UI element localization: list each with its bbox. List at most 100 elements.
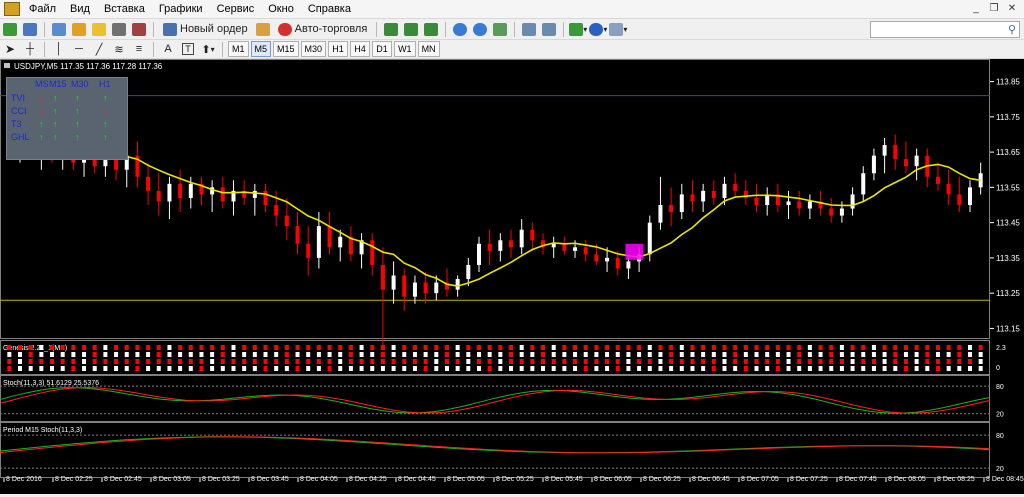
- timeframe-d1[interactable]: D1: [372, 41, 393, 57]
- candle-body: [839, 208, 844, 216]
- chart-canvas[interactable]: USDJPY,M5 117.35 117.36 117.28 117.36 113…: [0, 59, 1024, 494]
- menu-item-4[interactable]: Сервис: [210, 0, 262, 19]
- genesis-cell: [476, 359, 481, 364]
- genesis-cell: [701, 345, 706, 350]
- minimize-icon[interactable]: _: [970, 3, 982, 15]
- standard-toolbar: Новый ордер Авто-торговля ▾ ▾ ▾ ⚲: [0, 19, 1024, 40]
- line-chart-button[interactable]: [422, 21, 440, 38]
- candlestick-button[interactable]: [402, 21, 420, 38]
- timeframe-m1[interactable]: M1: [228, 41, 249, 57]
- genesis-cell: [402, 352, 407, 357]
- genesis-cell: [60, 352, 65, 357]
- genesis-cell: [487, 345, 492, 350]
- tile-windows-icon: [493, 22, 508, 36]
- new-order-label: Новый ордер: [180, 23, 248, 35]
- market-watch-button[interactable]: [50, 21, 68, 38]
- autoscroll-button[interactable]: [540, 21, 558, 38]
- genesis-cell: [327, 366, 332, 371]
- timeframe-h4[interactable]: H4: [350, 41, 371, 57]
- arrow-up-icon: ↑: [103, 119, 108, 129]
- genesis-cell: [733, 359, 738, 364]
- genesis-cell: [775, 345, 780, 350]
- timeframe-m15[interactable]: M15: [273, 41, 299, 57]
- profiles-button[interactable]: [21, 21, 39, 38]
- candle-body: [156, 190, 161, 202]
- genesis-cell: [786, 359, 791, 364]
- genesis-cell: [850, 366, 855, 371]
- fibonacci-button[interactable]: ≡: [130, 41, 148, 58]
- genesis-cell: [124, 345, 129, 350]
- genesis-cell: [690, 359, 695, 364]
- clock-icon: [589, 22, 604, 36]
- chart-window[interactable]: USDJPY,M5 117.35 117.36 117.28 117.36 113…: [0, 59, 1024, 483]
- genesis-cell: [82, 366, 87, 371]
- timeframe-m5[interactable]: M5: [250, 41, 272, 57]
- menu-item-3[interactable]: Графики: [152, 0, 210, 19]
- close-icon[interactable]: ✕: [1006, 3, 1018, 15]
- menu-item-5[interactable]: Окно: [261, 0, 301, 19]
- genesis-cell: [348, 345, 353, 350]
- genesis-cell: [18, 359, 23, 364]
- periods-button[interactable]: ▾: [589, 21, 607, 38]
- genesis-cell: [306, 352, 311, 357]
- genesis-cell: [348, 359, 353, 364]
- arrows-button[interactable]: ⬆ ▾: [199, 41, 217, 58]
- templates-button[interactable]: ▾: [609, 21, 627, 38]
- search-input[interactable]: ⚲: [870, 20, 1020, 38]
- genesis-cell: [626, 359, 631, 364]
- restore-icon[interactable]: ❐: [988, 3, 1000, 15]
- genesis-cell: [498, 366, 503, 371]
- timeframe-m30[interactable]: M30: [300, 41, 327, 57]
- toolbar-separator: [563, 21, 565, 37]
- timeframe-mn[interactable]: MN: [417, 41, 440, 57]
- vertical-line-button[interactable]: │: [50, 41, 68, 58]
- trendline-button[interactable]: ╱: [90, 41, 108, 58]
- bar-chart-button[interactable]: [382, 21, 400, 38]
- genesis-cell: [178, 366, 183, 371]
- horizontal-line-button[interactable]: ─: [70, 41, 88, 58]
- genesis-cell: [284, 366, 289, 371]
- tester-button[interactable]: [130, 21, 148, 38]
- arrow-up-icon: ↑: [53, 132, 58, 142]
- timeframe-h1[interactable]: H1: [328, 41, 349, 57]
- stoch-m15-scale-20: 20: [996, 466, 1004, 473]
- menu-item-1[interactable]: Вид: [63, 0, 97, 19]
- new-order-button[interactable]: Новый ордер: [159, 21, 252, 38]
- candle-body: [946, 183, 951, 195]
- genesis-cell: [562, 345, 567, 350]
- candle-body: [423, 282, 428, 294]
- crosshair-button[interactable]: ┼: [21, 41, 39, 58]
- genesis-cell: [978, 359, 983, 364]
- menu-item-6[interactable]: Справка: [301, 0, 358, 19]
- chart-shift-button[interactable]: [520, 21, 538, 38]
- genesis-cell: [124, 352, 129, 357]
- candle-body: [391, 275, 396, 290]
- data-window-button[interactable]: [70, 21, 88, 38]
- channel-button[interactable]: ≋: [110, 41, 128, 58]
- menu-item-2[interactable]: Вставка: [97, 0, 152, 19]
- trendline-icon: ╱: [95, 43, 103, 56]
- navigator-button[interactable]: [90, 21, 108, 38]
- genesis-cell: [925, 359, 930, 364]
- auto-trading-label: Авто-торговля: [294, 23, 368, 35]
- text-label-button[interactable]: T: [179, 41, 197, 58]
- genesis-cell: [338, 359, 343, 364]
- genesis-cell: [711, 345, 716, 350]
- genesis-cell: [231, 366, 236, 371]
- timeframe-w1[interactable]: W1: [394, 41, 416, 57]
- genesis-cell: [263, 359, 268, 364]
- menu-item-0[interactable]: Файл: [22, 0, 63, 19]
- zoom-out-button[interactable]: [471, 21, 489, 38]
- auto-trading-button[interactable]: Авто-торговля: [274, 21, 372, 38]
- tile-windows-button[interactable]: [491, 21, 509, 38]
- metaeditor-button[interactable]: [254, 21, 272, 38]
- candle-body: [498, 240, 503, 251]
- zoom-in-button[interactable]: [451, 21, 469, 38]
- text-button[interactable]: A: [159, 41, 177, 58]
- terminal-button[interactable]: [110, 21, 128, 38]
- indicators-button[interactable]: ▾: [569, 21, 587, 38]
- genesis-cell: [444, 345, 449, 350]
- new-chart-button[interactable]: [1, 21, 19, 38]
- genesis-cell: [573, 359, 578, 364]
- cursor-button[interactable]: ➤: [1, 41, 19, 58]
